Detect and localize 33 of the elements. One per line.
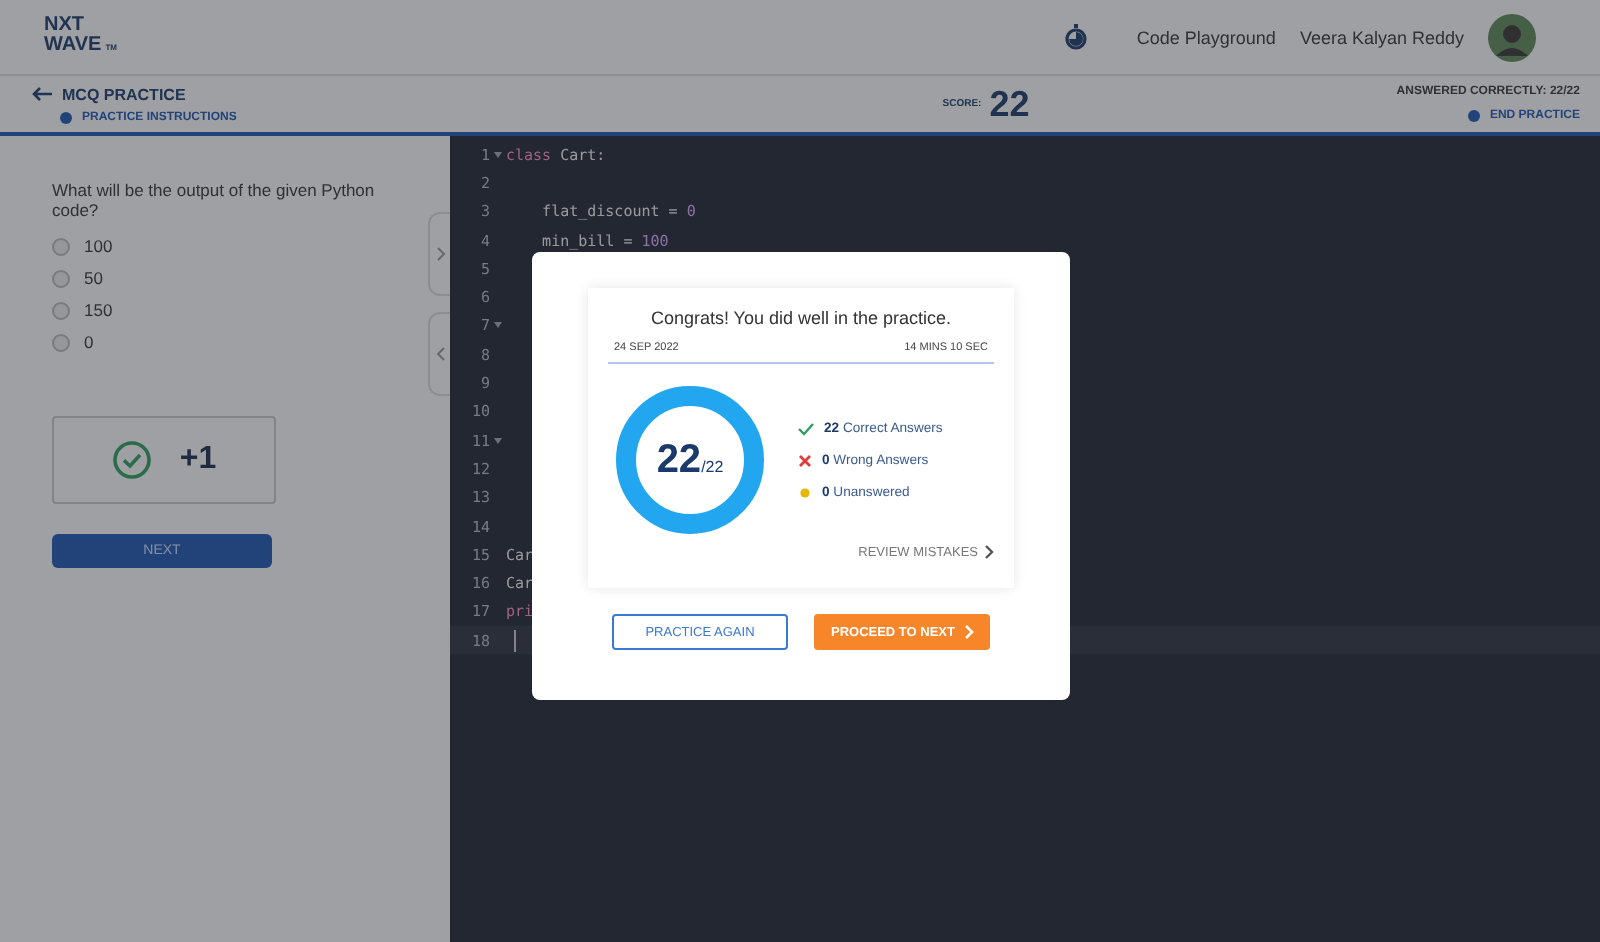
- points-text: +1: [179, 442, 217, 478]
- check-icon: [798, 421, 814, 435]
- score-total: /22: [701, 457, 724, 475]
- dialog-title: Congrats! You did well in the practice.: [648, 308, 954, 328]
- stopwatch-icon[interactable]: [1064, 24, 1089, 50]
- avatar[interactable]: [1488, 13, 1536, 61]
- fold-icon[interactable]: [494, 437, 502, 444]
- check-circle-icon: [111, 440, 152, 480]
- fold-icon[interactable]: [494, 322, 502, 329]
- answer-option[interactable]: 150: [52, 300, 398, 320]
- radio-button[interactable]: [52, 333, 70, 351]
- radio-button[interactable]: [52, 237, 70, 255]
- chevron-right-icon: [984, 544, 994, 560]
- cross-icon: [798, 453, 812, 467]
- back-arrow-icon[interactable]: [32, 86, 52, 102]
- radio-button[interactable]: [52, 269, 70, 287]
- nav-link[interactable]: Code Playground: [1136, 27, 1276, 47]
- answer-option[interactable]: 50: [52, 268, 398, 288]
- chevron-right-icon: [963, 624, 973, 640]
- answer-option[interactable]: 100: [52, 236, 398, 256]
- dot-icon: [798, 485, 812, 499]
- end-icon: [1467, 110, 1480, 122]
- user-name: Veera Kalyan Reddy: [1299, 27, 1464, 47]
- radio-button[interactable]: [52, 301, 70, 319]
- fold-icon[interactable]: [494, 151, 502, 158]
- answer-option[interactable]: 0: [52, 332, 398, 352]
- chevron-left-icon: [435, 346, 445, 362]
- page-title: MCQ PRACTICE: [62, 85, 186, 103]
- score-number: 22: [656, 437, 702, 483]
- info-icon: [60, 111, 72, 123]
- score-value: 22: [989, 83, 1030, 125]
- chevron-right-icon: [435, 246, 445, 262]
- question-text: What will be the output of the given Python code?: [52, 180, 377, 220]
